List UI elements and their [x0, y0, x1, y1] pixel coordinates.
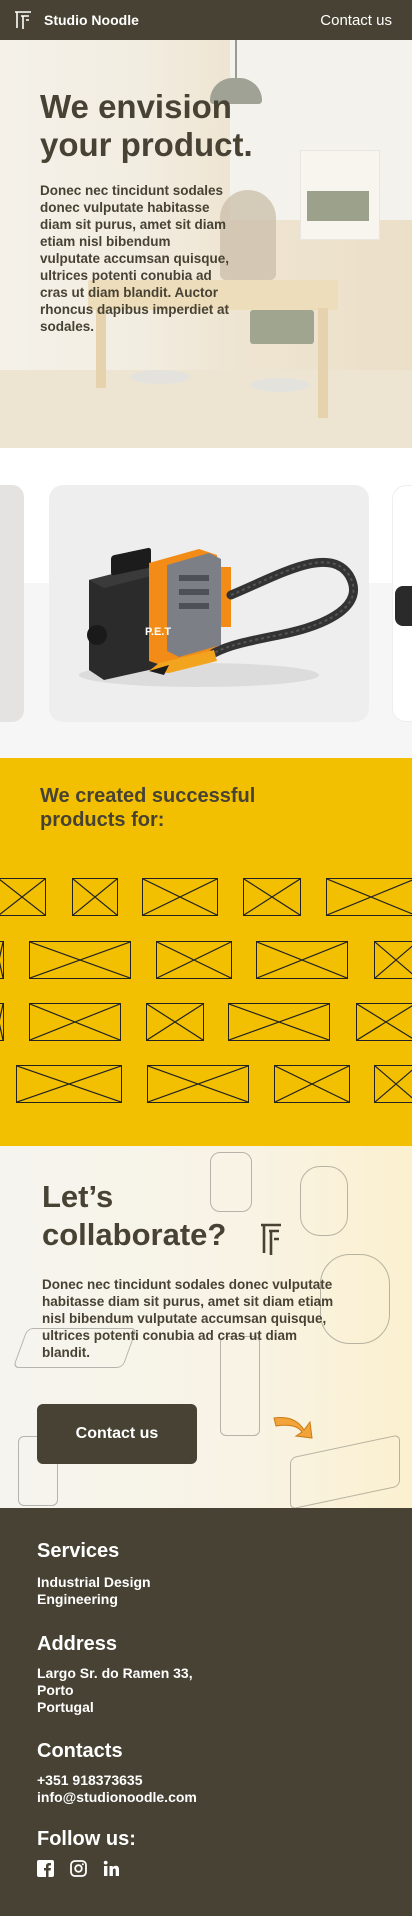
product-image: P.E.T [79, 547, 358, 687]
placeholder-cross-icon [257, 942, 347, 978]
client-logo-placeholder [16, 1065, 122, 1103]
placeholder-cross-icon [30, 942, 130, 978]
clients-section: We created successful products for: [0, 758, 412, 1146]
client-logo-placeholder [156, 941, 232, 979]
hero-section: We envision your product. Donec nec tinc… [0, 40, 412, 448]
brand[interactable]: Studio Noodle [12, 9, 139, 31]
footer-address-heading: Address [37, 1633, 118, 1655]
placeholder-cross-icon [147, 1004, 203, 1040]
client-logo-placeholder [374, 941, 412, 979]
placeholder-cross-icon [17, 1066, 121, 1102]
client-logo-placeholder [29, 941, 131, 979]
client-logo-placeholder [142, 878, 218, 916]
placeholder-cross-icon [0, 942, 3, 978]
client-logo-placeholder [326, 878, 412, 916]
footer-service-item: Industrial Design [37, 1574, 151, 1590]
sketch-block [290, 1434, 400, 1508]
footer-follow-heading: Follow us: [37, 1828, 136, 1850]
hero-text: Donec nec tincidunt sodales donec vulput… [40, 183, 230, 334]
placeholder-cross-icon [157, 942, 231, 978]
placeholder-cross-icon [327, 879, 412, 915]
client-logo-placeholder [243, 878, 301, 916]
placeholder-cross-icon [229, 1004, 329, 1040]
social-links [37, 1860, 120, 1877]
collaborate-text: Donec nec tincidunt sodales donec vulput… [42, 1277, 334, 1360]
client-logo-placeholder [374, 1065, 412, 1103]
nav-contact-link[interactable]: Contact us [320, 12, 392, 29]
client-logo-placeholder [256, 941, 348, 979]
footer-address-line: Portugal [37, 1699, 94, 1715]
clients-title: We created successful products for: [40, 785, 256, 831]
studio-noodle-logo-icon [261, 1223, 281, 1255]
client-logo-placeholder [0, 878, 46, 916]
collaborate-section: Let’s collaborate? Donec nec tincidunt s… [0, 1146, 412, 1508]
brand-name: Studio Noodle [44, 12, 139, 28]
footer-service-item: Engineering [37, 1591, 118, 1607]
collaborate-title: Let’s collaborate? [42, 1179, 227, 1252]
footer-address-line: Porto [37, 1682, 74, 1698]
product-label: P.E.T [145, 626, 171, 638]
client-logo-placeholder [72, 878, 118, 916]
placeholder-cross-icon [0, 1004, 3, 1040]
top-navbar: Studio Noodle Contact us [0, 0, 412, 40]
footer-email-link[interactable]: info@studionoodle.com [37, 1789, 197, 1806]
footer-phone-link[interactable]: +351 918373635 [37, 1772, 143, 1789]
placeholder-cross-icon [73, 879, 117, 915]
placeholder-cross-icon [0, 879, 45, 915]
placeholder-cross-icon [30, 1004, 120, 1040]
footer-services-heading: Services [37, 1540, 120, 1562]
placeholder-cross-icon [143, 879, 217, 915]
placeholder-cross-icon [375, 1066, 412, 1102]
placeholder-cross-icon [148, 1066, 248, 1102]
gallery-card-next[interactable] [392, 485, 412, 722]
placeholder-cross-icon [357, 1004, 412, 1040]
placeholder-cross-icon [375, 942, 412, 978]
hero-title: We envision your product. [40, 88, 253, 163]
client-logo-placeholder [0, 1003, 4, 1041]
collaborate-contact-button[interactable]: Contact us [37, 1404, 197, 1464]
client-logo-placeholder [356, 1003, 412, 1041]
footer-address-line: Largo Sr. do Ramen 33, [37, 1665, 193, 1681]
client-logo-placeholder [0, 941, 4, 979]
linkedin-icon[interactable] [103, 1860, 120, 1877]
client-logo-placeholder [228, 1003, 330, 1041]
placeholder-cross-icon [244, 879, 300, 915]
placeholder-cross-icon [275, 1066, 349, 1102]
footer: Services Industrial Design Engineering A… [0, 1508, 412, 1916]
gallery-card-prev[interactable] [0, 485, 24, 722]
studio-noodle-logo-icon [15, 11, 31, 29]
sketch-arrow-icon [273, 1417, 313, 1439]
client-logo-placeholder [29, 1003, 121, 1041]
instagram-icon[interactable] [70, 1860, 87, 1877]
gallery-card-main[interactable]: P.E.T [49, 485, 369, 722]
client-logo-placeholder [274, 1065, 350, 1103]
sketch-cup [300, 1166, 348, 1236]
facebook-icon[interactable] [37, 1860, 54, 1877]
client-logo-placeholder [147, 1065, 249, 1103]
client-logo-placeholder [146, 1003, 204, 1041]
product-gallery: P.E.T [0, 448, 412, 758]
footer-contacts-heading: Contacts [37, 1740, 123, 1762]
